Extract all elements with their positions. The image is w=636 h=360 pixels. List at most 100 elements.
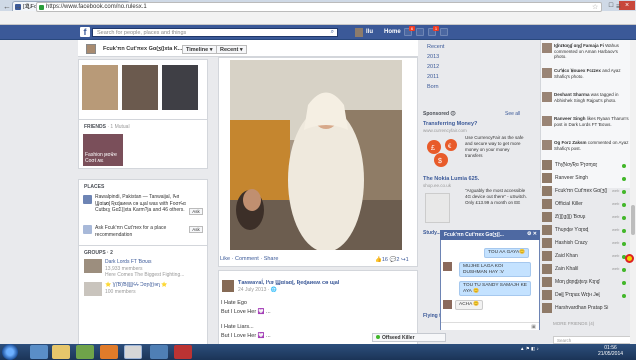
ie-icon[interactable] [30,345,48,359]
shares-count[interactable]: 1 [406,257,409,263]
ad-title[interactable]: Transferring Money? [423,121,477,127]
chat-contact[interactable]: Fcuk'πn Cut'πex Gα(ʒ(| web [542,186,628,197]
start-button[interactable] [2,344,18,360]
chat-contact[interactable]: Mɑɳ ɠɑɲɠʂʈεɾʂ Ƙɪɲɠ [542,277,628,288]
settings-icon[interactable] [440,28,448,36]
year-link-recent[interactable]: Recent [427,44,444,50]
group-name[interactable]: Dark Lords FT Ɓσʋɩs [105,259,151,266]
online-dot-icon [622,268,626,272]
reload-icon[interactable]: ↻ [24,2,34,12]
search-input[interactable]: Search for people, places and things ⌕ [92,28,338,37]
post-actions[interactable]: Like · Comment · Share [220,256,278,262]
timeline-dropdown[interactable]: Timeline ▾ [182,45,217,54]
places-header[interactable]: PLACES [84,184,104,190]
chat-contact[interactable]: ƬɦƴƝσƴƦɑ Ƥɽσɱɑɽ [542,160,628,171]
chat-contact[interactable]: Zaid Khan web [542,251,628,262]
media-player-icon[interactable] [76,345,94,359]
ticker-item[interactable]: Iɠnɪŧɑŋɠ ɑŋɠ Famaja Fi Wahus commented o… [554,43,629,60]
chat-tab[interactable]: Offseed Killer [372,333,446,342]
home-link[interactable]: Home [384,29,401,35]
scrollbar-thumb[interactable] [631,205,635,235]
avatar[interactable] [542,92,552,102]
avatar[interactable] [222,280,234,292]
photo-thumb[interactable] [82,65,118,110]
profile-link[interactable]: Ilu [366,29,373,35]
chat-contact[interactable]: Harshvardhan Pratap Si [542,303,628,314]
avatar[interactable] [542,140,552,150]
chat-contact[interactable]: Zain Khalil web [542,264,628,275]
forward-icon[interactable]: → [13,2,23,12]
group-members: 100 members [105,289,136,295]
firefox-icon[interactable] [100,345,118,359]
avatar[interactable] [542,116,552,126]
back-icon[interactable]: ← [2,2,12,12]
avatar [443,262,452,271]
comments-count[interactable]: 2 [396,257,399,263]
svg-text:$: $ [438,158,442,165]
likes-count[interactable]: 16 [382,257,388,263]
photo-thumb[interactable] [162,65,198,110]
chat-controls-icon[interactable]: ⚙ ✕ [527,231,537,237]
photo-thumb[interactable] [122,65,158,110]
avatar[interactable] [86,44,96,54]
year-link[interactable]: 2011 [427,74,439,80]
camera-icon[interactable]: ▣ [531,324,536,330]
post-photo[interactable] [230,60,402,250]
group-name[interactable]: ⭐ Ɣ(Ɓ)Ɓ(ɭɭɭ)ϟϟ Ɔσɲ(ʈ)ɘɳ ⭐ [105,282,167,289]
app-icon[interactable] [174,345,192,359]
see-all-link[interactable]: See all [505,111,520,117]
system-tray[interactable]: ▲ ⚑ ◧ ♪ [520,346,539,352]
app-icon[interactable] [150,345,168,359]
chat-input[interactable]: ▣ [441,322,539,330]
ticker-item[interactable]: Ranveer Singh likes Ryaan Tharun's post … [554,116,629,127]
groups-header[interactable]: GROUPS · 2 [84,250,113,256]
profile-name[interactable]: Fcuk'πn Cut'πex Gα(ʒ(|xta K... [103,46,182,52]
notifications-badge: 1 [433,26,439,31]
avatar[interactable] [542,43,552,53]
group-avatar[interactable] [84,282,102,296]
address-bar[interactable]: https://www.facebook.com/no.rulesx.1 [36,2,602,12]
chat-header[interactable]: Fcuk'πn Cut'πex Gα(ʒ(|... ⚙ ✕ [440,230,540,240]
year-link[interactable]: 2013 [427,54,439,60]
ad-image[interactable] [425,193,450,223]
year-link[interactable]: Born [427,84,439,90]
post-date[interactable]: 24 July 2013 · 🌐 [238,287,277,293]
online-dot-icon [622,203,626,207]
ad-title[interactable]: The Nokia Lumia 625. [423,176,479,182]
ask-button[interactable]: Ask [189,208,203,215]
year-link[interactable]: 2012 [427,64,439,70]
clock[interactable]: 01:56 21/05/2014 [598,345,623,357]
close-window-icon[interactable]: × [619,1,635,10]
search-icon[interactable]: ⌕ [331,29,334,36]
ad-image[interactable]: £ € $ [425,138,462,168]
ticker-item[interactable]: Og Forz Zaksm commented on Ayaz Shafiq's… [554,140,629,151]
chat-contact[interactable]: Dɵɭɭ Ƥɾɪɲɕɛ Wɪʈʜ Jɵɭ [542,290,628,301]
avatar[interactable] [542,68,552,78]
friends-header[interactable]: FRIENDS · 1 Mutual [84,124,130,130]
place-map-icon [83,195,92,204]
chrome-icon[interactable] [124,345,142,359]
chat-search-input[interactable]: Search [553,336,633,344]
friend-photo[interactable]: Fashion ϻσ૨ҽ Ϲοσℓ ʍԑ [83,134,123,166]
avatar[interactable] [355,28,363,37]
facebook-logo-icon[interactable]: f [80,27,90,37]
chat-contact[interactable]: Official Killer web [542,199,628,210]
menu-icon[interactable]: ≡ [616,2,621,11]
messages-icon[interactable] [416,28,424,36]
ask-button[interactable]: Ask [189,226,203,233]
group-avatar[interactable] [84,259,102,273]
recent-dropdown[interactable]: Recent ▾ [216,45,247,54]
chat-contact[interactable]: Hashish Crazy web [542,238,628,249]
ad-site: www.currencyfair.com [423,128,467,133]
chat-contact[interactable]: Ƶ(ɭɭ)ʓ(ɭɭ) Ɓσʋʂ web [542,212,628,223]
bookmark-star-icon[interactable]: ☆ [592,3,598,11]
ticker-item[interactable]: Cu'ꓤcx ꓤoɯex Fcɪzex and Ayaz Shafiq's ph… [554,68,629,79]
ad-title[interactable]: Study... [423,230,441,236]
ticker-item[interactable]: Deshant Sharma was tagged in Abhishek Si… [554,92,629,103]
explorer-icon[interactable] [52,345,70,359]
scrollbar[interactable] [630,40,636,346]
post-author[interactable]: Ƭaɴwaʏaĺ, Ιϟϧ Ϣαiѕ̷ɑɭ, Ʀeɖaᴎeʍ ϲѳ ɰal [238,280,339,286]
taskbar [0,344,636,360]
chat-contact[interactable]: Ƭɦʋɲɖεɍ Ƴɑɽɑɖ web [542,225,628,236]
chat-contact[interactable]: Ranveer Singh [542,173,628,184]
